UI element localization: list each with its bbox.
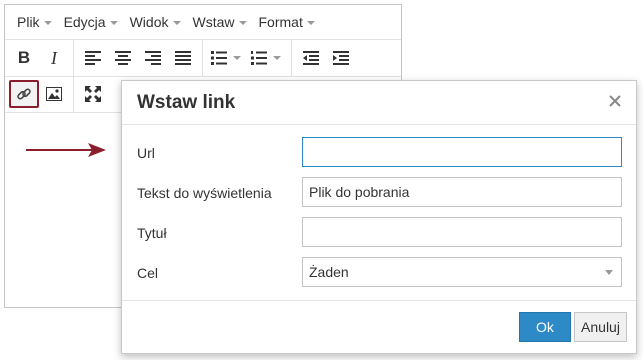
target-label: Cel [137,265,159,281]
menu-edycja-label: Edycja [63,14,106,30]
url-input[interactable] [302,137,622,167]
chevron-down-icon [172,21,181,25]
menu-wstaw-label: Wstaw [192,14,235,30]
align-right-button[interactable] [138,44,168,72]
menubar: Plik Edycja Widok Wstaw Format [5,5,401,40]
bullet-list-icon [211,51,227,65]
target-select-value: Żaden [309,264,349,280]
align-center-button[interactable] [108,44,138,72]
align-left-icon [85,51,101,65]
dialog-title: Wstaw link [137,92,236,113]
chevron-down-icon [109,21,118,25]
align-right-icon [145,51,161,65]
align-left-button[interactable] [78,44,108,72]
format-group: B I [5,40,74,76]
insert-group [5,76,74,112]
close-button[interactable] [606,92,624,110]
align-center-icon [115,51,131,65]
title-label: Tytuł [137,225,167,241]
fullscreen-button[interactable] [78,80,108,108]
menu-plik[interactable]: Plik [11,9,58,35]
display-text-label: Tekst do wyświetlenia [137,185,272,201]
bullet-list-button[interactable] [207,44,231,72]
fullscreen-icon [85,86,101,102]
bold-button[interactable]: B [9,44,39,72]
chevron-down-icon [605,269,613,275]
close-icon [609,95,621,107]
dialog-header: Wstaw link [122,81,636,125]
insert-image-button[interactable] [39,80,69,108]
menu-format-label: Format [258,14,303,30]
chevron-down-icon [43,21,52,25]
link-icon [17,88,31,100]
menu-format[interactable]: Format [253,9,321,35]
chevron-down-icon[interactable] [273,56,281,60]
menu-wstaw[interactable]: Wstaw [187,9,253,35]
align-justify-button[interactable] [168,44,198,72]
dialog-footer: Ok Anuluj [122,300,636,353]
pointer-arrow-icon [26,143,106,157]
image-icon [46,87,62,101]
cancel-button[interactable]: Anuluj [574,312,627,342]
numbered-list-button[interactable] [247,44,271,72]
toolbar-row-1: B I [5,40,401,77]
list-group [203,40,292,76]
align-group [74,40,203,76]
view-group [74,76,112,112]
menu-widok[interactable]: Widok [124,9,187,35]
title-input[interactable] [302,217,622,247]
insert-link-dialog: Wstaw link Url Tekst do wyświetlenia Pli… [121,80,637,354]
indent-group [292,40,360,76]
menu-plik-label: Plik [17,14,40,30]
target-select[interactable]: Żaden [302,257,622,287]
display-text-input[interactable]: Plik do pobrania [302,177,622,207]
ok-button[interactable]: Ok [519,312,571,342]
italic-button[interactable]: I [39,44,69,72]
numbered-list-icon [251,51,267,65]
align-justify-icon [175,51,191,65]
url-label: Url [137,145,155,161]
insert-link-button[interactable] [9,80,39,108]
menu-edycja[interactable]: Edycja [58,9,124,35]
indent-button[interactable] [326,44,356,72]
chevron-down-icon [238,21,247,25]
outdent-icon [303,51,319,65]
menu-widok-label: Widok [129,14,169,30]
chevron-down-icon [306,21,315,25]
chevron-down-icon[interactable] [233,56,241,60]
outdent-button[interactable] [296,44,326,72]
indent-icon [333,51,349,65]
